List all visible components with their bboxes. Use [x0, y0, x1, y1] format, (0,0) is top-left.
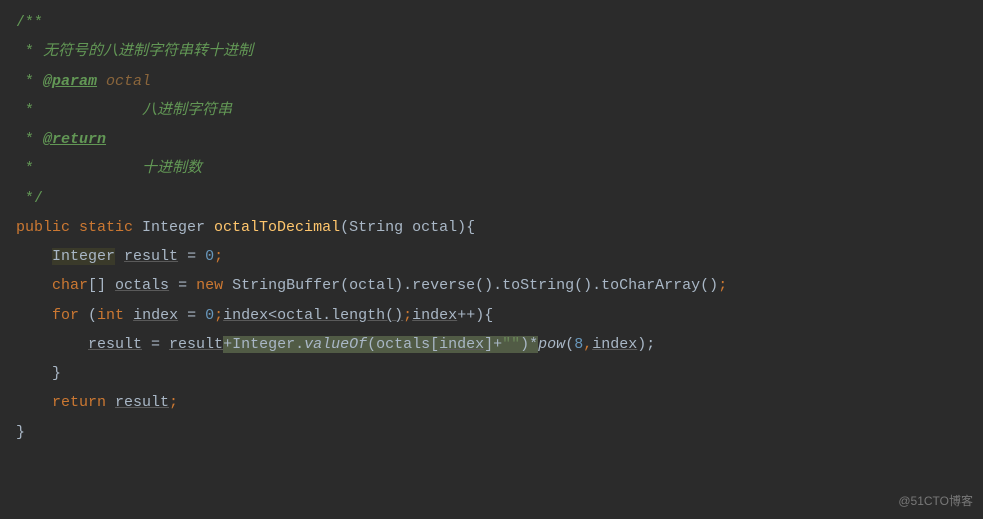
doc-star: *: [16, 160, 142, 177]
expr: StringBuffer(octal).reverse().toString()…: [232, 277, 718, 294]
kw-new: new: [196, 277, 232, 294]
var-result: result: [115, 394, 169, 411]
num: 8: [574, 336, 583, 353]
semi: ;: [214, 248, 223, 265]
doc-param-desc: 八进制字符串: [142, 102, 232, 119]
doc-return-tag: @return: [43, 131, 106, 148]
pad: [16, 248, 52, 265]
num: 0: [205, 307, 214, 324]
paren: (octals[: [367, 336, 439, 353]
brace: }: [16, 365, 61, 382]
kw-int: int: [97, 307, 133, 324]
doc-star: *: [16, 43, 43, 60]
semi: ;: [403, 307, 412, 324]
method-sig: (String octal){: [340, 219, 475, 236]
type-integer: Integer: [52, 248, 115, 265]
pad: [16, 307, 52, 324]
end: );: [637, 336, 655, 353]
kw-for: for: [52, 307, 88, 324]
inc: ++){: [457, 307, 493, 324]
semi: ;: [169, 394, 178, 411]
doc-line: /**: [16, 14, 43, 31]
brace: }: [16, 424, 25, 441]
pad: [16, 394, 52, 411]
var-index: index: [439, 336, 484, 353]
kw-char: char: [52, 277, 88, 294]
eq: =: [169, 277, 196, 294]
assign: =: [178, 248, 205, 265]
sp: [115, 248, 124, 265]
doc-star: *: [16, 131, 43, 148]
paren: (: [88, 307, 97, 324]
code-block: /** * 无符号的八进制字符串转十进制 * @param octal * 八进…: [0, 0, 983, 447]
semi: ;: [214, 307, 223, 324]
comma: ,: [583, 336, 592, 353]
kw-static: static: [79, 219, 142, 236]
doc-star: *: [16, 102, 142, 119]
valueof: valueOf: [304, 336, 367, 353]
arr: []: [88, 277, 115, 294]
expr-plus: +Integer.: [223, 336, 304, 353]
semi: ;: [718, 277, 727, 294]
doc-param-tag: @param: [43, 73, 97, 90]
num: 0: [205, 248, 214, 265]
eq: =: [142, 336, 169, 353]
kw-public: public: [16, 219, 79, 236]
doc-end: */: [16, 190, 43, 207]
doc-param-name: octal: [97, 73, 151, 90]
var-index: index: [133, 307, 178, 324]
kw-return: return: [52, 394, 115, 411]
var-result: result: [88, 336, 142, 353]
var-result: result: [169, 336, 223, 353]
pad: [16, 336, 88, 353]
close: )*: [520, 336, 538, 353]
bracket: ]+: [484, 336, 502, 353]
pow: pow: [538, 336, 565, 353]
var-result: result: [124, 248, 178, 265]
str-empty: "": [502, 336, 520, 353]
cond: index<octal.length(): [223, 307, 403, 324]
pad: [16, 277, 52, 294]
doc-star: *: [16, 73, 43, 90]
watermark: @51CTO博客: [898, 490, 973, 513]
method-name: octalToDecimal: [214, 219, 340, 236]
var-octals: octals: [115, 277, 169, 294]
eq: =: [178, 307, 205, 324]
var-index: index: [592, 336, 637, 353]
var-index: index: [412, 307, 457, 324]
doc-desc: 无符号的八进制字符串转十进制: [43, 43, 253, 60]
doc-return-desc: 十进制数: [142, 160, 202, 177]
paren: (: [565, 336, 574, 353]
ret-type: Integer: [142, 219, 214, 236]
